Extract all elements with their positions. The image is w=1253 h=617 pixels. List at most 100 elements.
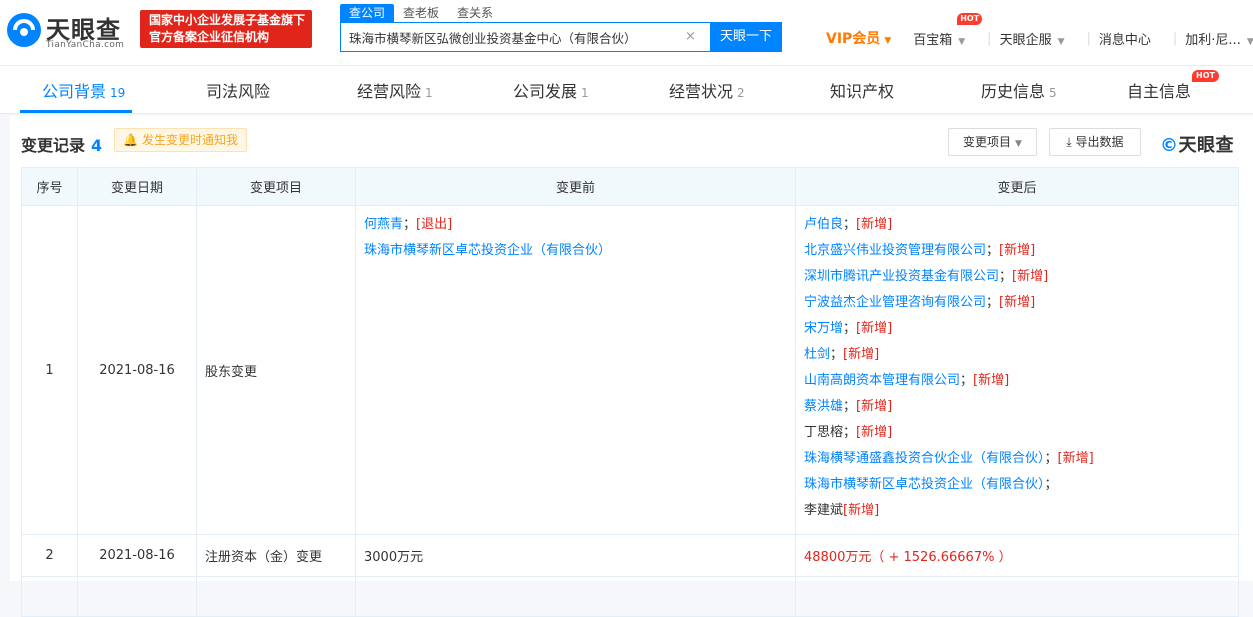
row-no: 1	[21, 205, 78, 535]
shareholder-name: 丁思榕	[804, 425, 844, 440]
col-header: 序号	[21, 167, 78, 206]
separator: ；	[843, 399, 857, 414]
shareholder-link[interactable]: 卢伯良	[804, 217, 843, 232]
search-button[interactable]: 天眼一下	[710, 22, 782, 52]
shareholder-link[interactable]: 珠海市横琴新区卓芯投资企业（有限合伙）	[364, 243, 611, 258]
chevron-down-icon: ▼	[958, 36, 966, 47]
section-title: 变更记录 4	[21, 132, 102, 156]
separator: ；	[403, 217, 417, 232]
tab-count: 5	[1049, 86, 1057, 100]
filter-label: 变更项目	[963, 135, 1012, 149]
chevron-down-icon: ▼	[1015, 139, 1022, 149]
shareholder-link[interactable]: 杜剑	[804, 347, 830, 362]
change-tag: [新增]	[1057, 451, 1094, 466]
tab-label: 司法风险	[206, 82, 271, 101]
shareholder-entry: 宋万增；[新增]	[804, 316, 1230, 342]
shareholder-link[interactable]: 宁波益杰企业管理咨询有限公司	[804, 295, 986, 310]
chevron-down-icon: ▼	[1057, 36, 1065, 47]
separator: ；	[843, 217, 857, 232]
table-header-row: 序号 变更日期 变更项目 变更前 变更后	[21, 167, 1239, 206]
col-header: 变更后	[795, 167, 1239, 206]
table-row: 2 2021-08-16 注册资本（金）变更 3000万元 48800万元（ +…	[21, 534, 1239, 577]
shareholder-entry: 李建斌[新增]	[804, 498, 1230, 524]
shareholder-link[interactable]: 何燕青	[364, 217, 403, 232]
vip-menu[interactable]: VIP会员 ▼	[826, 28, 891, 48]
shareholder-entry: 卢伯良；[新增]	[804, 212, 1230, 238]
col-header: 变更项目	[196, 167, 356, 206]
tab-label: 自主信息	[1127, 82, 1192, 101]
shareholder-link[interactable]: 北京盛兴伟业投资管理有限公司	[804, 243, 986, 258]
chevron-down-icon: ▼	[884, 36, 892, 46]
col-header: 变更日期	[77, 167, 197, 206]
tab-label: 公司发展	[513, 82, 578, 101]
search-input[interactable]	[341, 23, 707, 51]
download-icon: ⤓	[1066, 135, 1076, 149]
separator: ；	[960, 373, 974, 388]
shareholder-entry: 珠海市横琴新区卓芯投资企业（有限合伙）	[364, 238, 787, 264]
change-tag: [新增]	[973, 373, 1010, 388]
nav-messages[interactable]: 消息中心	[1099, 29, 1151, 48]
gov-badge: 国家中小企业发展子基金旗下 官方备案企业征信机构	[140, 10, 312, 48]
tab-label: 知识产权	[830, 82, 895, 101]
nav-qifu[interactable]: 天眼企服 ▼	[1000, 29, 1065, 48]
shareholder-link[interactable]: 珠海横琴通盛鑫投资合伙企业（有限合伙）	[804, 451, 1045, 466]
top-nav: VIP会员 ▼ 百宝箱 ▼ HOT | 天眼企服 ▼ | 消息中心 | 加利·尼... ▼	[826, 12, 1253, 48]
tab-self-info[interactable]: 自主信息	[1127, 78, 1195, 102]
logo-subtext: TianYanCha.com	[46, 40, 125, 50]
row-date: 2021-08-16	[77, 205, 197, 535]
clear-icon[interactable]: ×	[685, 29, 696, 44]
gov-badge-line1: 国家中小企业发展子基金旗下	[149, 13, 306, 27]
shareholder-entry: 珠海市横琴新区卓芯投资企业（有限合伙）；	[804, 472, 1230, 498]
tab-count: 2	[737, 86, 745, 100]
change-record-panel: 变更记录 4 🔔 发生变更时通知我 变更项目 ▼ ⤓ 导出数据 ©天眼查 序号 变更日…	[10, 116, 1253, 617]
tab-intellectual-property[interactable]: 知识产权	[830, 78, 898, 102]
separator: ；	[1044, 477, 1058, 492]
shareholder-entry: 北京盛兴伟业投资管理有限公司；[新增]	[804, 238, 1230, 264]
row-date: 2021-08-16	[77, 534, 197, 577]
brand-text: 天眼查	[1178, 135, 1234, 156]
search-box: × 天眼一下	[340, 22, 782, 52]
nav-user[interactable]: 加利·尼... ▼	[1185, 29, 1253, 48]
search-tab-boss[interactable]: 查老板	[394, 4, 448, 22]
change-tag: [新增]	[843, 503, 880, 518]
vip-label: VIP会员	[826, 31, 881, 47]
separator: ；	[843, 425, 857, 440]
tab-label: 历史信息	[981, 82, 1046, 101]
change-tag: [新增]	[999, 243, 1036, 258]
tab-company-development[interactable]: 公司发展 1	[513, 78, 589, 102]
change-tag: [新增]	[856, 399, 893, 414]
row-before: 何燕青；[退出] 珠海市横琴新区卓芯投资企业（有限合伙）	[355, 205, 796, 535]
shareholder-link[interactable]: 深圳市腾讯产业投资基金有限公司	[804, 269, 999, 284]
section-count: 4	[91, 136, 103, 155]
logo[interactable]: 天眼查 TianYanCha.com	[6, 8, 130, 52]
shareholder-entry: 何燕青；[退出]	[364, 212, 787, 238]
tab-operation-risk[interactable]: 经营风险 1	[357, 78, 433, 102]
separator: ；	[986, 295, 1000, 310]
filter-change-item-button[interactable]: 变更项目 ▼	[948, 128, 1037, 156]
tab-count: 19	[110, 86, 126, 100]
search-tab-company[interactable]: 查公司	[340, 4, 395, 22]
tab-label: 经营状况	[669, 82, 734, 101]
shareholder-link[interactable]: 宋万增	[804, 321, 843, 336]
top-bar: 天眼查 TianYanCha.com 国家中小企业发展子基金旗下 官方备案企业征…	[0, 0, 1253, 66]
shareholder-link[interactable]: 珠海市横琴新区卓芯投资企业（有限合伙）	[804, 477, 1045, 492]
nav-baobao[interactable]: 百宝箱 ▼ HOT	[913, 12, 983, 48]
section-tabs: 公司背景 19 司法风险 经营风险 1 公司发展 1 经营状况 2 知识产权 历史信息 5…	[0, 66, 1253, 114]
tab-legal-risk[interactable]: 司法风险	[206, 78, 274, 102]
change-tag: [退出]	[416, 217, 453, 232]
hot-badge: HOT	[957, 12, 983, 25]
tab-history[interactable]: 历史信息 5	[981, 78, 1057, 102]
tab-company-background[interactable]: 公司背景 19	[42, 78, 125, 102]
change-tag: [新增]	[856, 425, 893, 440]
notify-button[interactable]: 🔔 发生变更时通知我	[114, 128, 247, 152]
row-after: 卢伯良；[新增] 北京盛兴伟业投资管理有限公司；[新增] 深圳市腾讯产业投资基金有限…	[795, 205, 1239, 535]
export-data-button[interactable]: ⤓ 导出数据	[1049, 128, 1141, 156]
shareholder-link[interactable]: 山南高朗资本管理有限公司	[804, 373, 960, 388]
change-tag: [新增]	[856, 217, 893, 232]
tab-business-status[interactable]: 经营状况 2	[669, 78, 745, 102]
active-tab-indicator	[20, 110, 132, 113]
search-tab-relation[interactable]: 查关系	[448, 4, 502, 22]
notify-label: 发生变更时通知我	[141, 133, 238, 147]
tab-label: 经营风险	[357, 82, 422, 101]
shareholder-link[interactable]: 蔡洪雄	[804, 399, 843, 414]
